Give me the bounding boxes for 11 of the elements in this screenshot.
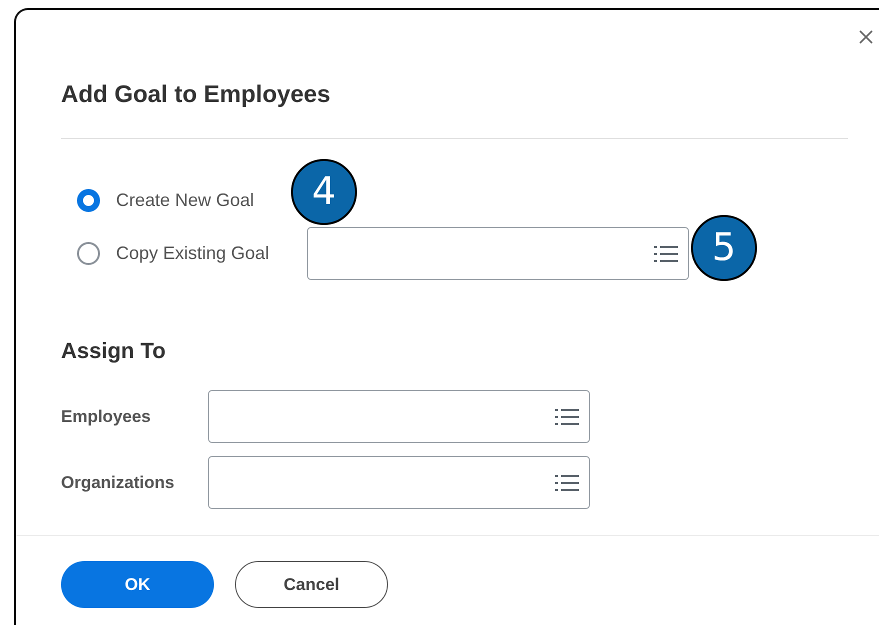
radio-label: Create New Goal xyxy=(116,190,254,211)
radio-label: Copy Existing Goal xyxy=(116,243,270,264)
step-callout: 5 xyxy=(691,215,757,281)
cancel-button[interactable]: Cancel xyxy=(235,561,388,608)
section-heading: Assign To xyxy=(61,337,167,365)
ok-button[interactable]: OK xyxy=(61,561,214,608)
field-label: Employees xyxy=(61,406,152,426)
field-label: Organizations xyxy=(61,472,176,492)
radio-option[interactable]: Copy Existing Goal xyxy=(61,242,307,265)
step-callout: 4 xyxy=(291,159,357,225)
dialog-title: Add Goal to Employees xyxy=(61,80,332,110)
